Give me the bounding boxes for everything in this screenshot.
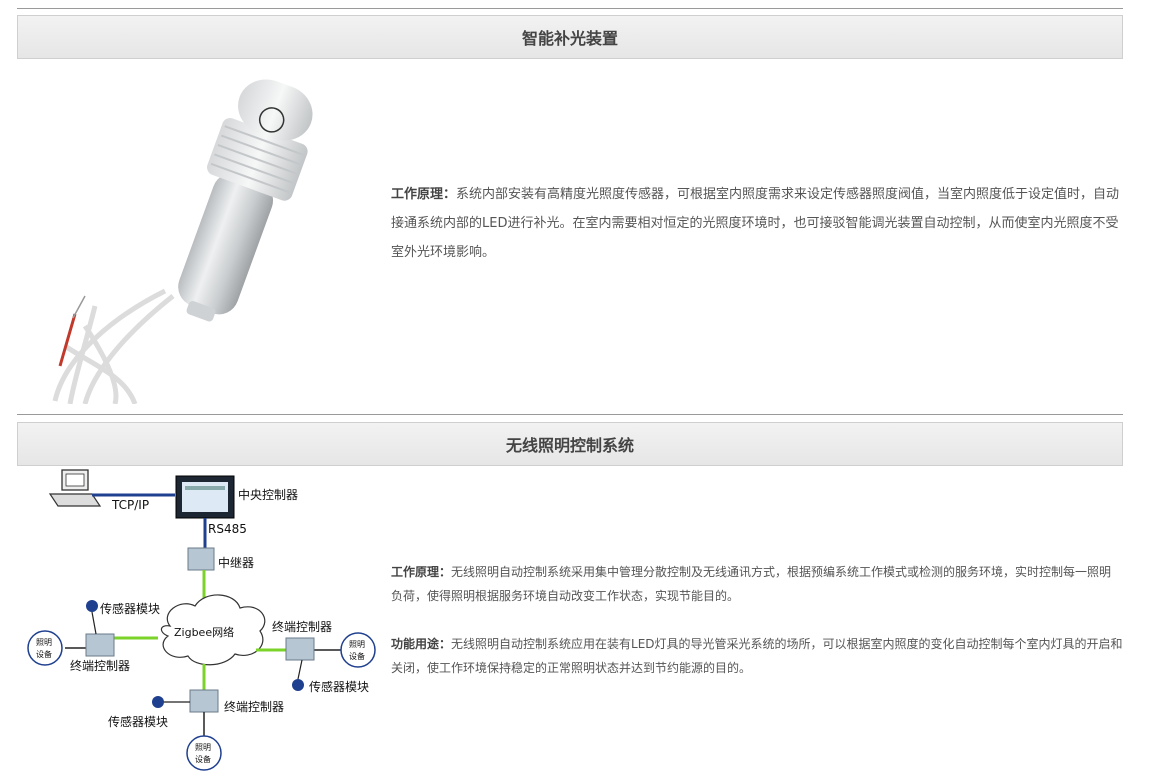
svg-text:照明: 照明 bbox=[349, 640, 365, 649]
section-title-text: 智能补光装置 bbox=[521, 29, 618, 48]
section1-text: 系统内部安装有高精度光照度传感器，可根据室内照度需求来设定传感器照度阀值，当室内… bbox=[391, 187, 1120, 260]
section-title-wireless: 无线照明控制系统 bbox=[17, 422, 1123, 466]
terminal-label: 终端控制器 bbox=[272, 619, 332, 634]
relay-label: 中继器 bbox=[218, 555, 254, 570]
central-controller-icon bbox=[175, 475, 235, 519]
lighting-device-icon: 照明 设备 bbox=[340, 632, 376, 668]
sensor-label: 传感器模块 bbox=[309, 679, 369, 694]
section1-colon: ： bbox=[443, 187, 457, 202]
section2-usage-label: 功能用途 bbox=[391, 637, 440, 651]
sensor-label: 传感器模块 bbox=[108, 714, 168, 729]
section1-label: 工作原理 bbox=[391, 187, 444, 202]
top-divider bbox=[17, 8, 1123, 9]
zigbee-label: Zigbee网络 bbox=[174, 625, 234, 639]
network-diagram: TCP/IP 中央控制器 RS485 中继器 Zigbee网络 传感器模块 终端… bbox=[27, 469, 376, 771]
terminal-controller-icon bbox=[285, 637, 315, 661]
lighting-device-icon: 照明 设备 bbox=[27, 630, 63, 666]
svg-text:照明: 照明 bbox=[36, 638, 52, 647]
relay-icon bbox=[187, 547, 215, 571]
section2-principle-label: 工作原理 bbox=[391, 565, 440, 579]
svg-text:照明: 照明 bbox=[195, 743, 211, 752]
section2-colon: ： bbox=[439, 637, 452, 651]
sensor-icon bbox=[152, 696, 164, 708]
terminal-controller-icon bbox=[85, 633, 115, 657]
section-title-smart-light: 智能补光装置 bbox=[17, 15, 1123, 59]
terminal-label: 终端控制器 bbox=[224, 699, 284, 714]
section-title-text: 无线照明控制系统 bbox=[505, 436, 634, 455]
svg-text:设备: 设备 bbox=[349, 651, 365, 661]
central-controller-label: 中央控制器 bbox=[238, 487, 298, 502]
terminal-controller-icon bbox=[189, 689, 219, 713]
section-divider bbox=[17, 414, 1123, 415]
light-device-photo bbox=[52, 79, 313, 404]
section2-usage-text: 无线照明自动控制系统应用在装有LED灯具的导光管采光系统的场所，可以根据室内照度… bbox=[391, 637, 1123, 675]
svg-text:设备: 设备 bbox=[195, 754, 211, 764]
sensor-icon bbox=[86, 600, 98, 612]
section2-principle: 工作原理：无线照明自动控制系统采用集中管理分散控制及无线通讯方式，根据预编系统工… bbox=[391, 560, 1123, 608]
computer-icon bbox=[48, 469, 102, 507]
section2-usage: 功能用途：无线照明自动控制系统应用在装有LED灯具的导光管采光系统的场所，可以根… bbox=[391, 632, 1123, 680]
tcpip-label: TCP/IP bbox=[111, 498, 149, 512]
rs485-label: RS485 bbox=[208, 522, 247, 536]
sensor-icon bbox=[292, 679, 304, 691]
terminal-label: 终端控制器 bbox=[70, 658, 130, 673]
section2-colon: ： bbox=[439, 565, 452, 579]
sensor-label: 传感器模块 bbox=[100, 601, 160, 616]
svg-text:设备: 设备 bbox=[36, 649, 52, 659]
section1-description: 工作原理：系统内部安装有高精度光照度传感器，可根据室内照度需求来设定传感器照度阀… bbox=[391, 180, 1121, 267]
lighting-device-icon: 照明 设备 bbox=[186, 735, 222, 771]
section2-principle-text: 无线照明自动控制系统采用集中管理分散控制及无线通讯方式，根据预编系统工作模式或检… bbox=[391, 565, 1112, 603]
